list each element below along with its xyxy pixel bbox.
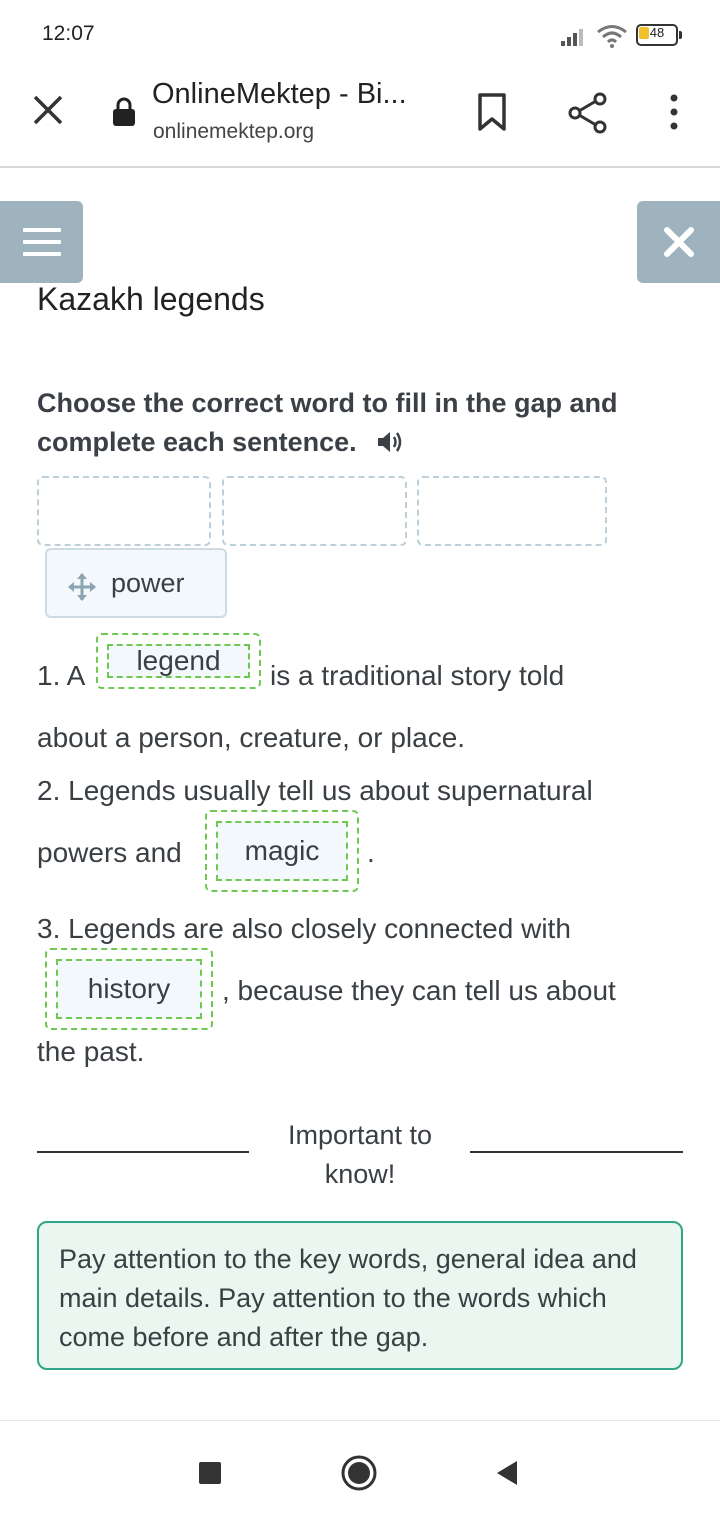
close-lesson-button[interactable] xyxy=(637,201,720,283)
sentence-1-after: is a traditional story told xyxy=(270,660,565,691)
lock-icon[interactable] xyxy=(112,97,136,127)
nav-home-icon[interactable] xyxy=(340,1454,378,1492)
nav-back-icon[interactable] xyxy=(495,1459,519,1487)
divider-left xyxy=(37,1151,249,1153)
draggable-word-label: power xyxy=(111,568,185,598)
tip-box: Pay attention to the key words, general … xyxy=(37,1221,683,1370)
battery-icon: 48 xyxy=(636,24,682,46)
signal-icon xyxy=(561,29,583,46)
page-title[interactable]: OnlineMektep - Bi... xyxy=(152,78,407,111)
word-bank-slot[interactable] xyxy=(222,476,407,546)
move-icon xyxy=(68,573,96,601)
sentence-3-line-1: 3. Legends are also closely connected wi… xyxy=(37,913,571,944)
menu-button[interactable] xyxy=(0,201,83,283)
gap-2-answer[interactable]: magic xyxy=(216,821,348,881)
tip-text: Pay attention to the key words, general … xyxy=(59,1244,637,1352)
battery-level: 48 xyxy=(649,25,665,40)
wifi-icon xyxy=(597,25,627,48)
sentence-2-line-1: 2. Legends usually tell us about superna… xyxy=(37,775,593,806)
important-heading: Important to know! xyxy=(287,1120,433,1189)
sentence-3-line-3: the past. xyxy=(37,1036,145,1067)
status-bar: 12:07 48 xyxy=(0,0,720,70)
close-icon[interactable] xyxy=(30,92,66,128)
sentence-1-start: 1. A xyxy=(37,660,86,691)
status-time: 12:07 xyxy=(42,22,95,45)
gap-1[interactable]: legend xyxy=(96,633,261,689)
word-bank-slot[interactable] xyxy=(417,476,607,546)
gap-3-answer[interactable]: history xyxy=(56,959,202,1019)
sentence-2-before: powers and xyxy=(37,837,182,868)
gap-1-answer[interactable]: legend xyxy=(107,644,250,678)
bookmark-icon[interactable] xyxy=(476,92,508,132)
nav-recent-icon[interactable] xyxy=(199,1462,221,1484)
divider-right xyxy=(470,1151,683,1153)
instruction-label: Choose the correct word to fill in the g… xyxy=(37,388,618,457)
word-bank-slot[interactable] xyxy=(37,476,211,546)
more-vert-icon[interactable] xyxy=(664,92,684,132)
draggable-word-power[interactable]: power xyxy=(45,548,227,618)
sentence-1-line-2: about a person, creature, or place. xyxy=(37,722,466,753)
lesson-title: Kazakh legends xyxy=(37,281,265,317)
gap-2[interactable]: magic xyxy=(205,810,359,892)
gap-3[interactable]: history xyxy=(45,948,213,1030)
navigation-bar xyxy=(0,1420,720,1520)
page-url[interactable]: onlinemektep.org xyxy=(153,120,314,144)
browser-toolbar: OnlineMektep - Bi... onlinemektep.org xyxy=(0,70,720,168)
speaker-icon[interactable] xyxy=(376,430,404,454)
close-x-icon xyxy=(664,227,694,257)
instruction-text: Choose the correct word to fill in the g… xyxy=(37,384,677,462)
menu-icon xyxy=(22,228,61,232)
share-icon[interactable] xyxy=(568,92,608,134)
sentence-3-after: , because they can tell us about xyxy=(222,975,616,1006)
sentence-2-after: . xyxy=(367,837,375,868)
